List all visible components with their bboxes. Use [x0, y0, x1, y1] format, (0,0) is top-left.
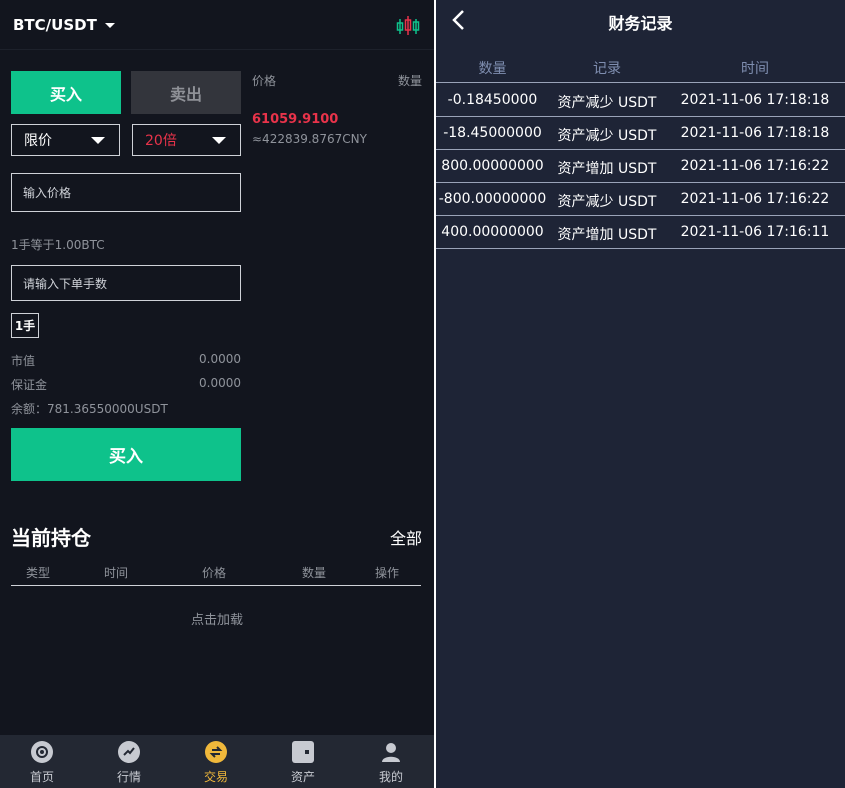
pair-label: BTC/USDT — [13, 16, 97, 34]
records-header: 财务记录 — [436, 0, 845, 40]
table-row: -800.00000000 资产减少 USDT 2021-11-06 17:16… — [436, 183, 845, 216]
col-time: 时间 — [741, 61, 769, 77]
row-type: 资产减少 USDT — [557, 95, 657, 111]
col-price: 价格 — [202, 566, 227, 580]
tab-home[interactable]: 首页 — [12, 735, 72, 788]
row-time: 2021-11-06 17:16:11 — [680, 224, 830, 240]
row-type: 资产减少 USDT — [557, 128, 657, 144]
caret-down-icon — [104, 23, 115, 28]
margin-row: 保证金 0.0000 — [11, 376, 241, 393]
pair-selector[interactable]: BTC/USDT — [13, 16, 115, 34]
col-amount: 数量 — [478, 61, 507, 77]
balance-text: 余额：781.36550000USDT — [11, 402, 168, 416]
row-amount: 400.00000000 — [441, 224, 544, 240]
col-record: 记录 — [593, 61, 621, 77]
trade-topbar: BTC/USDT — [0, 0, 434, 50]
row-amount: -0.18450000 — [447, 92, 538, 108]
records-panel: 财务记录 数量 记录 时间 -0.18450000 资产减少 USDT 2021… — [436, 0, 845, 788]
lots-input[interactable]: 请输入下单手数 — [11, 265, 241, 301]
tab-label: 行情 — [116, 770, 141, 784]
tab-trade[interactable]: 交易 — [186, 735, 246, 788]
col-action: 操作 — [375, 566, 400, 580]
dropdown-arrow-icon — [91, 137, 105, 144]
market-value-row: 市值 0.0000 — [11, 352, 241, 369]
trade-icon — [205, 741, 227, 763]
row-type: 资产增加 USDT — [557, 161, 657, 177]
row-amount: -800.00000000 — [438, 191, 547, 207]
col-qty: 数量 — [302, 566, 327, 580]
margin-label: 保证金 — [11, 378, 48, 392]
bottom-tabbar: 首页 行情 交易 资产 我的 — [0, 735, 434, 788]
tab-mine[interactable]: 我的 — [361, 735, 421, 788]
dropdown-arrow-icon — [212, 137, 226, 144]
row-amount: -18.45000000 — [443, 125, 542, 141]
orderbook-qty-header: 数量 — [397, 74, 422, 88]
leverage-value: 20倍 — [145, 133, 177, 149]
table-row: 800.00000000 资产增加 USDT 2021-11-06 17:16:… — [436, 150, 845, 183]
tab-label: 首页 — [29, 770, 54, 784]
row-amount: 800.00000000 — [441, 158, 544, 174]
tab-assets[interactable]: 资产 — [273, 735, 333, 788]
order-type-value: 限价 — [24, 133, 52, 149]
candlestick-chart-icon[interactable] — [396, 15, 420, 37]
margin-amount: 0.0000 — [199, 376, 241, 390]
positions-title: 当前持仓 — [11, 526, 91, 550]
tab-label: 交易 — [203, 770, 228, 784]
row-time: 2021-11-06 17:16:22 — [680, 191, 830, 207]
positions-all-link[interactable]: 全部 — [390, 525, 422, 549]
leverage-select[interactable]: 20倍 — [132, 124, 241, 156]
table-row: -0.18450000 资产减少 USDT 2021-11-06 17:18:1… — [436, 84, 845, 117]
tab-label: 我的 — [378, 770, 403, 784]
price-input[interactable]: 输入价格 — [11, 173, 241, 212]
trade-panel: BTC/USDT 买入 卖出 限价 20倍 价格 数量 61059.9100 ≈… — [0, 0, 434, 788]
tab-market[interactable]: 行情 — [99, 735, 159, 788]
col-type: 类型 — [26, 566, 51, 580]
col-time: 时间 — [104, 566, 129, 580]
home-icon — [31, 741, 53, 763]
market-icon — [118, 741, 140, 763]
sell-tab[interactable]: 卖出 — [131, 71, 241, 114]
orderbook-price-header: 价格 — [252, 74, 277, 88]
lot-size-note: 1手等于1.00BTC — [11, 238, 105, 252]
tab-label: 资产 — [290, 770, 315, 784]
load-more-link[interactable]: 点击加载 — [0, 609, 434, 628]
row-time: 2021-11-06 17:18:18 — [680, 92, 830, 108]
order-type-select[interactable]: 限价 — [11, 124, 120, 156]
app-root: BTC/USDT 买入 卖出 限价 20倍 价格 数量 61059.9100 ≈… — [0, 0, 845, 788]
market-value-amount: 0.0000 — [199, 352, 241, 366]
positions-table-header: 类型 时间 价格 数量 操作 — [11, 562, 421, 586]
last-price-cny: ≈422839.8767CNY — [252, 132, 367, 146]
buy-tab[interactable]: 买入 — [11, 71, 121, 114]
row-type: 资产减少 USDT — [557, 194, 657, 210]
table-row: -18.45000000 资产减少 USDT 2021-11-06 17:18:… — [436, 117, 845, 150]
page-title: 财务记录 — [608, 14, 673, 33]
wallet-icon — [292, 741, 314, 763]
row-time: 2021-11-06 17:18:18 — [680, 125, 830, 141]
records-table-header: 数量 记录 时间 — [436, 50, 845, 83]
market-value-label: 市值 — [11, 354, 36, 368]
table-row: 400.00000000 资产增加 USDT 2021-11-06 17:16:… — [436, 216, 845, 249]
buy-submit-button[interactable]: 买入 — [11, 428, 241, 481]
last-price: 61059.9100 — [252, 112, 339, 127]
user-icon — [380, 741, 402, 763]
row-type: 资产增加 USDT — [557, 227, 657, 243]
row-time: 2021-11-06 17:16:22 — [680, 158, 830, 174]
lot-quick-chip[interactable]: 1手 — [11, 313, 39, 338]
